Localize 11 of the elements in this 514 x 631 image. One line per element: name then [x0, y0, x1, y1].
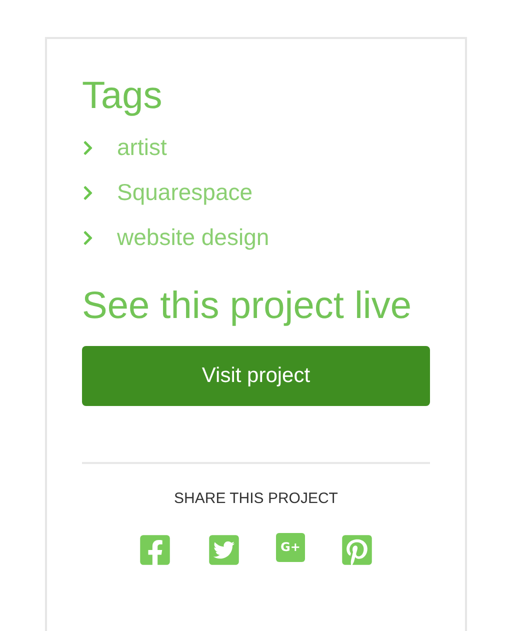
tags-heading: Tags — [82, 74, 164, 119]
visit-project-button[interactable]: Visit project — [82, 346, 430, 406]
bird-icon[interactable] — [207, 532, 241, 566]
tag-link[interactable]: artist — [117, 130, 167, 165]
google-plus-button[interactable]: G+ — [276, 532, 305, 562]
facebook-icon[interactable] — [138, 532, 172, 566]
live-heading: See this project live — [82, 284, 412, 328]
tag-link[interactable]: Squarespace — [117, 175, 253, 210]
share-heading: SHARE THIS PROJECT — [173, 489, 339, 509]
tag-link[interactable]: website design — [117, 220, 270, 255]
pinterest-icon[interactable] — [340, 532, 374, 566]
